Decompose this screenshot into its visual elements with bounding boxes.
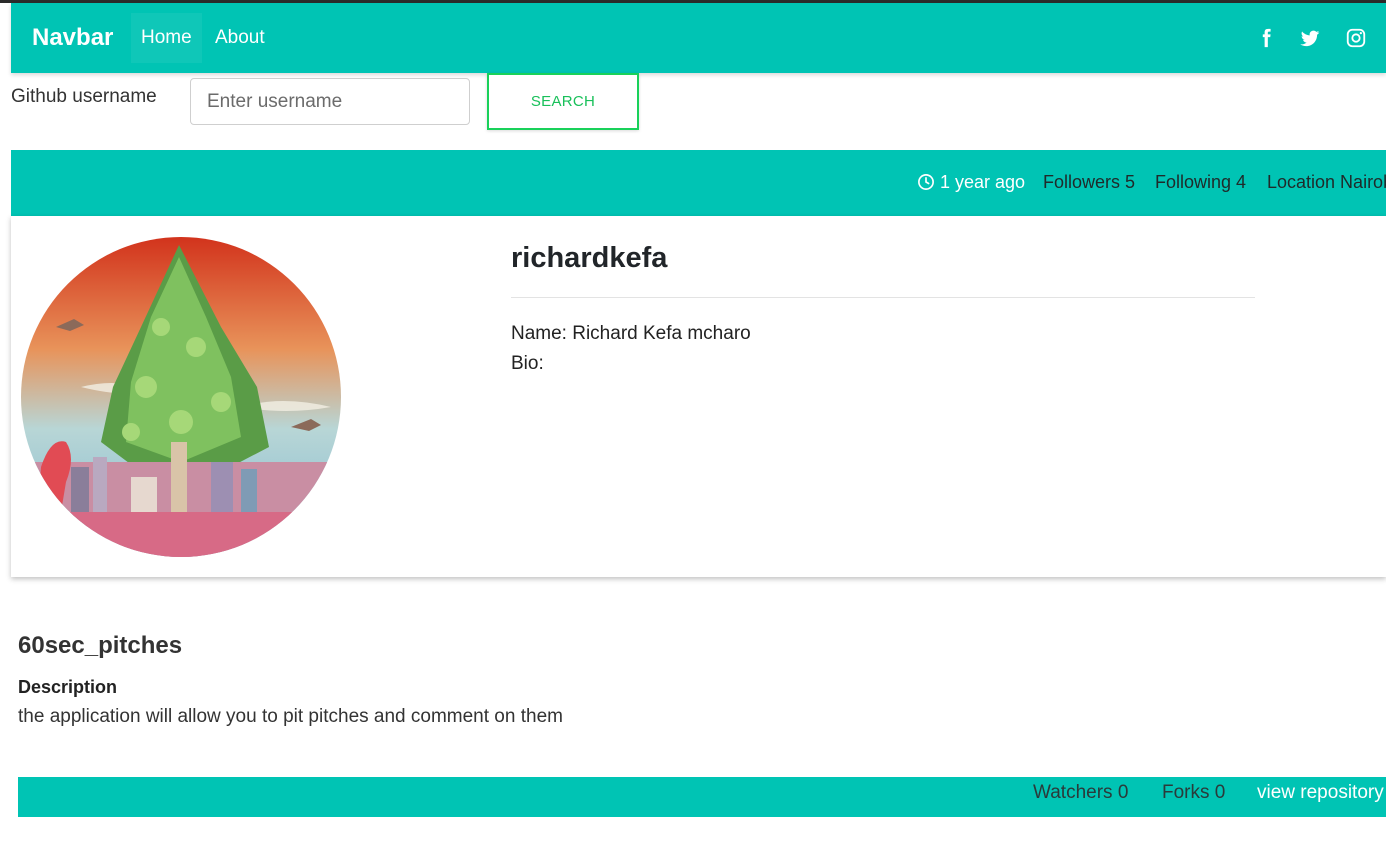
- search-button[interactable]: SEARCH: [487, 73, 639, 130]
- divider: [511, 297, 1255, 298]
- created-stat: 1 year ago: [917, 172, 1025, 193]
- profile-username: richardkefa: [511, 242, 668, 274]
- watchers-stat: Watchers 0: [1033, 782, 1129, 803]
- followers-stat: Followers 5: [1043, 172, 1136, 192]
- instagram-icon[interactable]: [1345, 27, 1367, 49]
- forks-stat: Forks 0: [1162, 782, 1226, 803]
- profile-card: richardkefa Name: Richard Kefa mcharo Bi…: [11, 216, 1386, 577]
- location-stat: Location Nairobi: [1267, 172, 1386, 192]
- repo-name: 60sec_pitches: [18, 632, 183, 659]
- nav-link-about[interactable]: About: [205, 13, 275, 63]
- clock-icon: [918, 174, 934, 190]
- username-input[interactable]: [190, 78, 470, 125]
- navbar: Navbar Home About: [11, 3, 1386, 73]
- facebook-icon[interactable]: [1255, 27, 1277, 49]
- repo-stats-bar: Watchers 0 Forks 0 view repository: [18, 777, 1386, 817]
- avatar: [21, 237, 341, 557]
- profile-bio: Bio:: [511, 353, 544, 374]
- github-username-label: Github username: [11, 86, 157, 107]
- navbar-brand[interactable]: Navbar: [32, 24, 113, 52]
- following-stat: Following 4: [1155, 172, 1247, 192]
- repo-description: the application will allow you to pit pi…: [18, 706, 563, 727]
- nav-link-home[interactable]: Home: [131, 13, 202, 63]
- view-repository-link[interactable]: view repository: [1257, 782, 1384, 804]
- repo-description-label: Description: [18, 677, 118, 697]
- twitter-icon[interactable]: [1299, 27, 1321, 49]
- profile-stats-bar: 1 year ago Followers 5 Following 4 Locat…: [11, 150, 1386, 216]
- created-text: 1 year ago: [940, 172, 1026, 192]
- profile-name: Name: Richard Kefa mcharo: [511, 323, 751, 344]
